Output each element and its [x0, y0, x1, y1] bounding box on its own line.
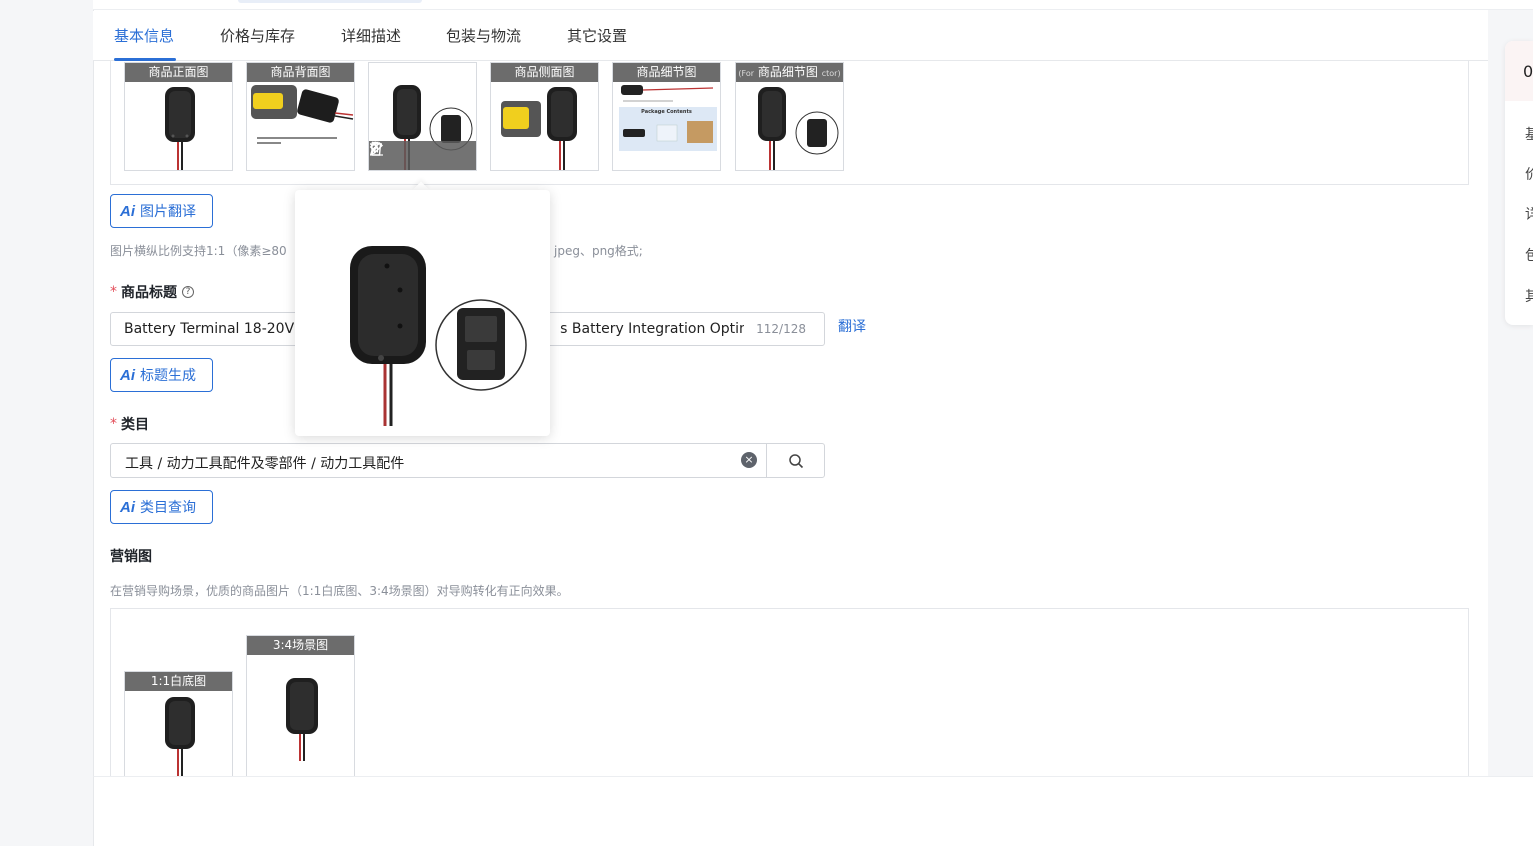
image-thumb-front[interactable]: 商品正面图 — [124, 62, 233, 171]
tab-price-stock[interactable]: 价格与库存 — [220, 25, 295, 46]
search-icon — [788, 453, 803, 468]
image-hover-toolbar — [369, 141, 476, 170]
image-label: 商品背面图 — [247, 63, 354, 82]
tab-basic-info[interactable]: 基本信息 — [114, 25, 174, 46]
tab-description[interactable]: 详细描述 — [341, 25, 401, 46]
image-label: 商品正面图 — [125, 63, 232, 82]
category-input[interactable]: 工具 / 动力工具配件及零部件 / 动力工具配件 × — [110, 443, 825, 478]
image-thumb-detail-2[interactable]: (For 商品细节图 ctor) — [735, 62, 844, 171]
category-label-text: 类目 — [121, 417, 149, 433]
chevron-left-icon[interactable] — [369, 141, 399, 164]
image-label-text: 商品细节图 — [757, 65, 818, 79]
marketing-label: 1:1白底图 — [125, 672, 232, 691]
marketing-hint: 在营销导购场景，优质的商品图片（1:1白底图、3:4场景图）对导购转化有正向效果… — [110, 584, 569, 598]
required-mark: * — [110, 284, 117, 300]
anchor-packaging[interactable]: 包 — [1525, 245, 1533, 265]
ai-title-generate-label: 标题生成 — [140, 368, 196, 384]
anchor-basic[interactable]: 基 — [1525, 124, 1533, 144]
help-icon[interactable]: ? — [182, 286, 194, 298]
section-tabs: 基本信息 价格与库存 详细描述 包装与物流 其它设置 — [93, 11, 1488, 61]
tab-other-settings[interactable]: 其它设置 — [567, 25, 627, 46]
ai-title-generate-button[interactable]: Ai 标题生成 — [110, 358, 213, 392]
ai-category-query-button[interactable]: Ai 类目查询 — [110, 490, 213, 524]
trash-icon[interactable] — [370, 141, 441, 164]
product-title-value-left: Battery Terminal 18-20V A — [124, 321, 309, 337]
image-label: 商品侧面图 — [491, 63, 598, 82]
marketing-thumb-scene[interactable]: 3:4场景图 — [246, 635, 355, 776]
page: 基本信息 价格与库存 详细描述 包装与物流 其它设置 商品正面图 商品背面图 商… — [0, 0, 1533, 846]
required-mark: * — [110, 416, 117, 432]
category-label: * 类目 — [110, 414, 149, 434]
category-value: 工具 / 动力工具配件及零部件 / 动力工具配件 — [125, 456, 405, 472]
image-label: (For 商品细节图 ctor) — [736, 63, 843, 82]
image-ratio-hint: 图片横纵比例支持1:1（像素≥80 — [110, 244, 287, 258]
marketing-label: 3:4场景图 — [247, 636, 354, 655]
product-title-label-text: 商品标题 — [121, 285, 177, 301]
detail-caption: Package Contents — [641, 109, 692, 115]
bottom-action-bar — [93, 776, 1533, 846]
category-search-button[interactable] — [766, 444, 824, 477]
image-preview-large — [350, 246, 527, 426]
image-format-hint: jpeg、png格式; — [554, 244, 643, 258]
product-image-scene — [286, 678, 318, 761]
marketing-thumb-white-bg[interactable]: 1:1白底图 — [124, 671, 233, 776]
marketing-images-title: 营销图 — [110, 549, 152, 565]
translate-link[interactable]: 翻译 — [838, 316, 866, 336]
ai-image-translate-label: 图片翻译 — [140, 204, 196, 220]
chevron-right-icon[interactable] — [371, 141, 462, 164]
clear-icon[interactable]: × — [741, 452, 757, 468]
ai-icon: Ai — [120, 498, 135, 516]
ai-icon: Ai — [120, 202, 135, 220]
char-count: 112/128 — [756, 322, 806, 336]
product-title-label: * 商品标题 ? — [110, 282, 194, 302]
anchor-description[interactable]: 详 — [1525, 204, 1533, 224]
ai-image-translate-button[interactable]: Ai 图片翻译 — [110, 194, 213, 228]
top-scroll-indicator — [238, 0, 422, 3]
image-thumb-side[interactable]: 商品侧面图 — [490, 62, 599, 171]
ai-category-query-label: 类目查询 — [140, 500, 196, 516]
product-image-white-bg — [165, 697, 195, 776]
image-preview-popover — [295, 190, 550, 436]
product-title-value-right: s Battery Integration Optimiz — [560, 321, 744, 337]
anchor-other[interactable]: 其 — [1525, 286, 1533, 306]
image-thumb-hovered[interactable] — [368, 62, 477, 171]
anchor-price[interactable]: 价 — [1525, 164, 1533, 184]
image-label-suffix: ctor) — [821, 69, 841, 78]
ai-icon: Ai — [120, 366, 135, 384]
image-thumb-detail-1[interactable]: 商品细节图 Package Contents — [612, 62, 721, 171]
progress-number: 0 — [1523, 62, 1533, 81]
tab-packaging-logistics[interactable]: 包装与物流 — [446, 25, 521, 46]
image-label-prefix: (For — [738, 69, 755, 78]
edit-icon[interactable] — [369, 142, 420, 164]
image-thumb-back[interactable]: 商品背面图 — [246, 62, 355, 171]
image-label: 商品细节图 — [613, 63, 720, 82]
section-anchor-panel: 0 基 价 详 包 其 — [1505, 41, 1533, 325]
